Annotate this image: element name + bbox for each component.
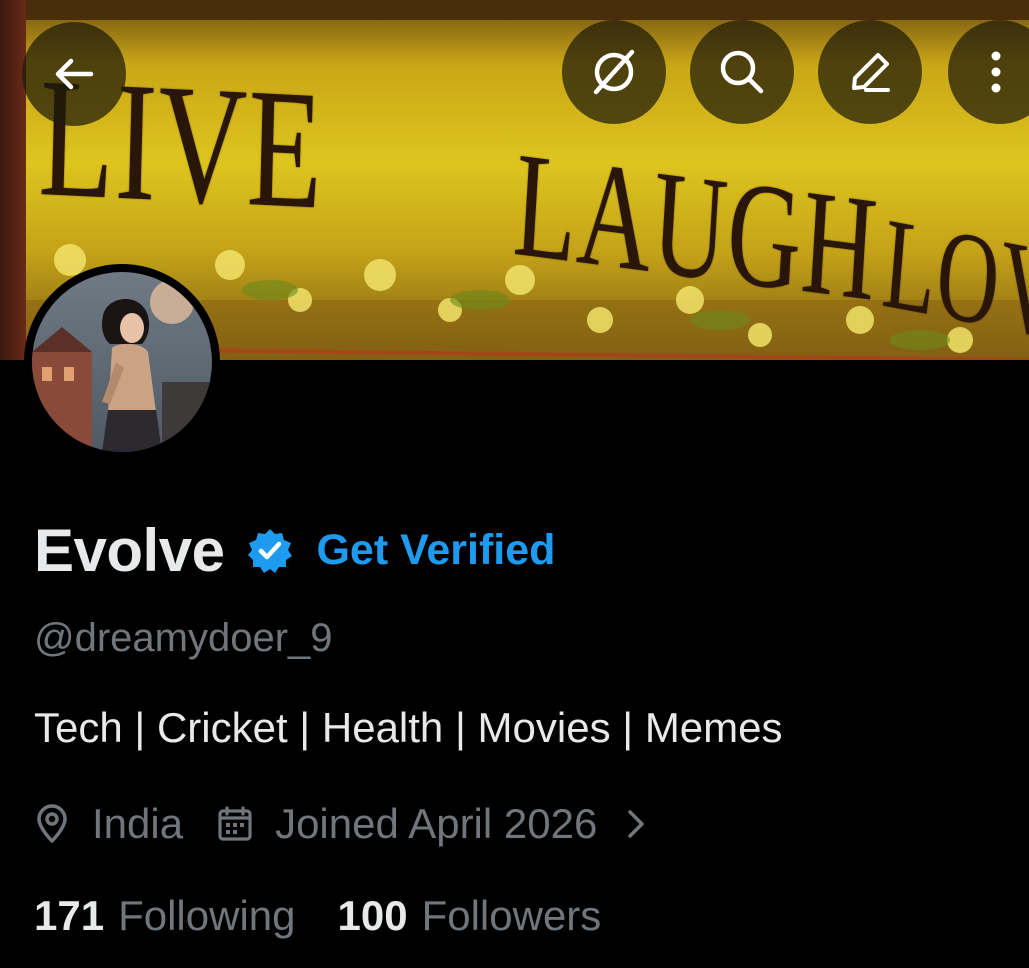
calendar-icon <box>217 806 253 842</box>
followers-link[interactable]: 100 Followers <box>338 892 602 940</box>
location-pin-icon <box>34 804 70 844</box>
search-icon <box>720 50 764 94</box>
more-vertical-icon <box>991 51 1001 93</box>
name-row: Evolve Get Verified <box>34 512 555 588</box>
joined-text: Joined April 2026 <box>275 800 598 847</box>
following-count: 171 <box>34 892 105 939</box>
followers-label: Followers <box>421 892 602 939</box>
edit-button[interactable] <box>818 20 922 124</box>
location-text: India <box>92 800 184 847</box>
avatar-image <box>32 272 212 452</box>
user-handle: @dreamydoer_9 <box>34 616 333 660</box>
back-button[interactable] <box>22 22 126 126</box>
following-link[interactable]: 171 Following <box>34 892 296 940</box>
display-name: Evolve <box>34 516 225 584</box>
grok-button[interactable] <box>562 20 666 124</box>
get-verified-link[interactable]: Get Verified <box>316 526 555 575</box>
banner-word-love: LOVE <box>878 190 1029 360</box>
profile-meta: India Joined April 2026 <box>34 796 647 852</box>
pencil-icon <box>852 53 890 92</box>
verified-badge-icon[interactable] <box>246 527 294 580</box>
bio: Tech | Cricket | Health | Movies | Memes <box>34 704 783 751</box>
chevron-right-icon <box>625 807 647 841</box>
arrow-left-icon <box>55 58 94 90</box>
avatar[interactable] <box>24 264 220 460</box>
search-button[interactable] <box>690 20 794 124</box>
banner-edge <box>0 0 26 360</box>
joined-date-link[interactable]: Joined April 2026 <box>217 800 647 848</box>
followers-count: 100 <box>337 892 408 939</box>
following-label: Following <box>118 892 296 939</box>
grok-icon <box>593 49 635 95</box>
follow-stats: 171 Following 100 Followers <box>34 888 601 944</box>
